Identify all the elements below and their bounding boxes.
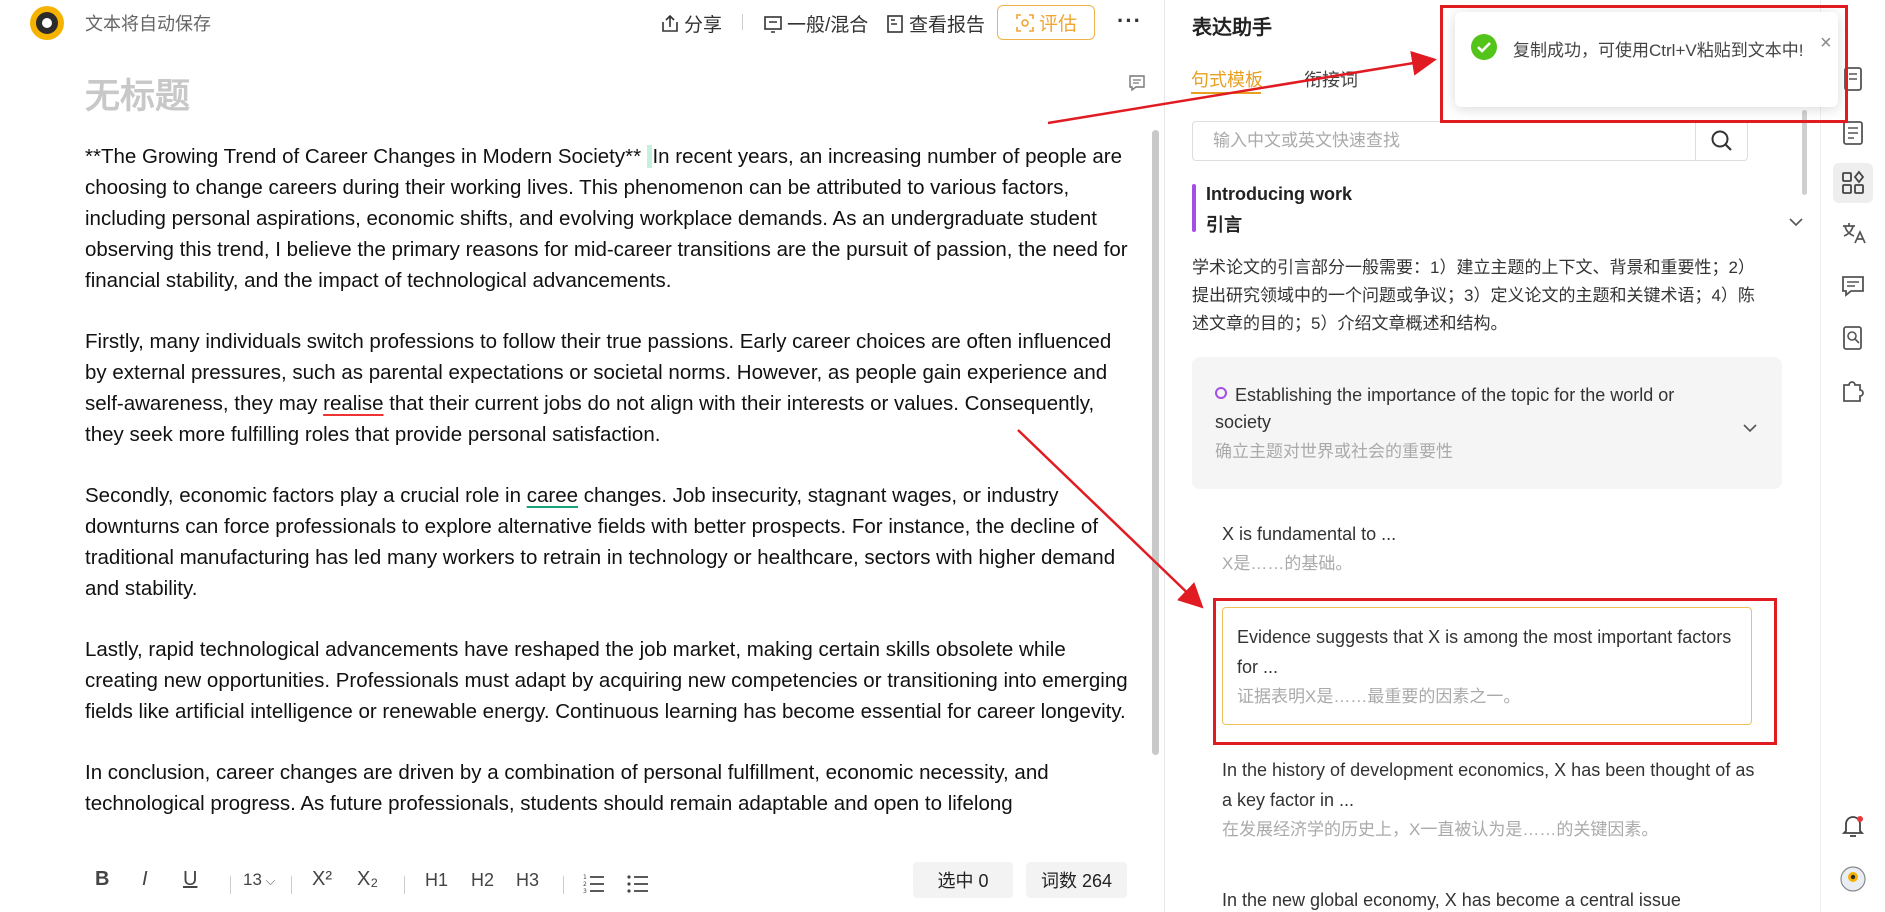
share-button[interactable]: 分享 — [660, 10, 722, 37]
ordered-list-icon[interactable]: 123 — [583, 872, 605, 894]
phrase-item[interactable]: In the history of development economics,… — [1222, 755, 1762, 845]
annotation-box-phrase — [1213, 598, 1777, 745]
format-toolbar: B I U 13 ⌵ X² X₂ H1 H2 H3 123 选中 0 词数 26… — [0, 858, 1160, 912]
svg-text:3: 3 — [583, 888, 587, 894]
word-count: 词数 264 — [1026, 862, 1127, 898]
spelling-error[interactable]: caree — [527, 484, 578, 507]
paragraph: In conclusion, career changes are driven… — [85, 761, 1049, 815]
expression-assistant-panel: 表达助手 句式模板 衔接词 Introducing work 引言 学术论文的引… — [1165, 0, 1820, 912]
paragraph: Firstly, many individuals switch profess… — [85, 330, 1112, 446]
document-body[interactable]: **The Growing Trend of Career Changes in… — [85, 141, 1135, 849]
section-description: 学术论文的引言部分一般需要：1）建立主题的上下文、背景和重要性；2）提出研究领域… — [1192, 258, 1755, 333]
document-title[interactable]: 无标题 — [85, 68, 190, 119]
search-input[interactable] — [1193, 122, 1699, 160]
heading3-button[interactable]: H3 — [516, 870, 539, 891]
comment-icon[interactable] — [1128, 74, 1146, 92]
app-logo-icon — [30, 6, 64, 40]
svg-text:2: 2 — [583, 881, 587, 888]
section-title-zh[interactable]: 引言 — [1206, 211, 1242, 237]
divider — [563, 876, 564, 894]
editor-scrollbar[interactable] — [1152, 130, 1159, 755]
translate-icon[interactable] — [1839, 219, 1867, 247]
section-accent-bar — [1192, 184, 1196, 232]
search-document-icon[interactable] — [1839, 324, 1867, 352]
superscript-button[interactable]: X² — [312, 868, 332, 891]
search-button[interactable] — [1695, 122, 1747, 160]
underline-button[interactable]: U — [183, 868, 197, 891]
chat-icon[interactable] — [1839, 272, 1867, 300]
svg-text:1: 1 — [583, 874, 587, 881]
font-size-select[interactable]: 13 ⌵ — [243, 870, 275, 890]
annotation-box-toast — [1440, 5, 1848, 123]
section-title-en[interactable]: Introducing work — [1206, 184, 1352, 205]
share-label: 分享 — [684, 15, 723, 36]
heading2-button[interactable]: H2 — [471, 870, 494, 891]
evaluate-button[interactable]: 评估 — [997, 5, 1095, 40]
editor-pane: 文本将自动保存 分享 一般/混合 查看报告 评估 ··· 无标题 **The G… — [0, 0, 1160, 912]
divider — [291, 876, 292, 894]
heading1-button[interactable]: H1 — [425, 870, 448, 891]
mode-label: 一般/混合 — [787, 15, 869, 36]
plugin-icon[interactable] — [1839, 376, 1867, 404]
paragraph: Secondly, economic factors play a crucia… — [85, 484, 1116, 600]
tab-sentence-templates[interactable]: 句式模板 — [1191, 66, 1263, 92]
bell-icon[interactable] — [1839, 812, 1867, 840]
mode-icon — [764, 15, 782, 33]
phrase-item[interactable]: X is fundamental to ... X是……的基础。 — [1222, 519, 1762, 579]
evaluate-label: 评估 — [1038, 14, 1077, 35]
subsection-title-zh: 确立主题对世界或社会的重要性 — [1215, 442, 1453, 461]
paragraph: **The Growing Trend of Career Changes in… — [85, 145, 1128, 292]
selection-count: 选中 0 — [913, 862, 1013, 898]
tool-rail — [1820, 0, 1885, 912]
chevron-down-icon — [1743, 424, 1757, 433]
chevron-down-icon: ⌵ — [261, 873, 276, 888]
mode-button[interactable]: 一般/混合 — [763, 10, 868, 37]
tab-transition-words[interactable]: 衔接词 — [1304, 66, 1358, 92]
stamp-document-icon[interactable] — [1839, 119, 1867, 147]
italic-button[interactable]: I — [142, 868, 148, 891]
report-button[interactable]: 查看报告 — [885, 10, 985, 37]
subscript-button[interactable]: X₂ — [357, 868, 378, 891]
subsection-title-en: Establishing the importance of the topic… — [1215, 385, 1675, 432]
avatar[interactable] — [1839, 865, 1867, 893]
paragraph: Lastly, rapid technological advancements… — [85, 638, 1128, 723]
divider — [404, 876, 405, 894]
autosave-status: 文本将自动保存 — [85, 14, 211, 34]
spelling-suggestion[interactable]: realise — [323, 392, 383, 415]
chevron-down-icon[interactable] — [1788, 214, 1804, 230]
divider — [230, 876, 231, 894]
panel-title: 表达助手 — [1192, 17, 1272, 39]
subsection-card[interactable]: Establishing the importance of the topic… — [1192, 357, 1782, 489]
search-box — [1192, 121, 1748, 161]
templates-grid-icon[interactable] — [1833, 163, 1873, 203]
phrase-item[interactable]: In the new global economy, X has become … — [1222, 885, 1762, 912]
share-icon — [662, 14, 678, 32]
divider — [742, 14, 743, 30]
more-menu-button[interactable]: ··· — [1117, 8, 1142, 34]
report-icon — [887, 14, 903, 33]
search-icon — [1711, 130, 1732, 151]
bold-button[interactable]: B — [95, 868, 109, 891]
active-tab-indicator — [1191, 92, 1261, 94]
bullet-list-icon[interactable] — [627, 872, 649, 894]
scan-icon — [1016, 13, 1034, 32]
report-label: 查看报告 — [909, 15, 986, 36]
